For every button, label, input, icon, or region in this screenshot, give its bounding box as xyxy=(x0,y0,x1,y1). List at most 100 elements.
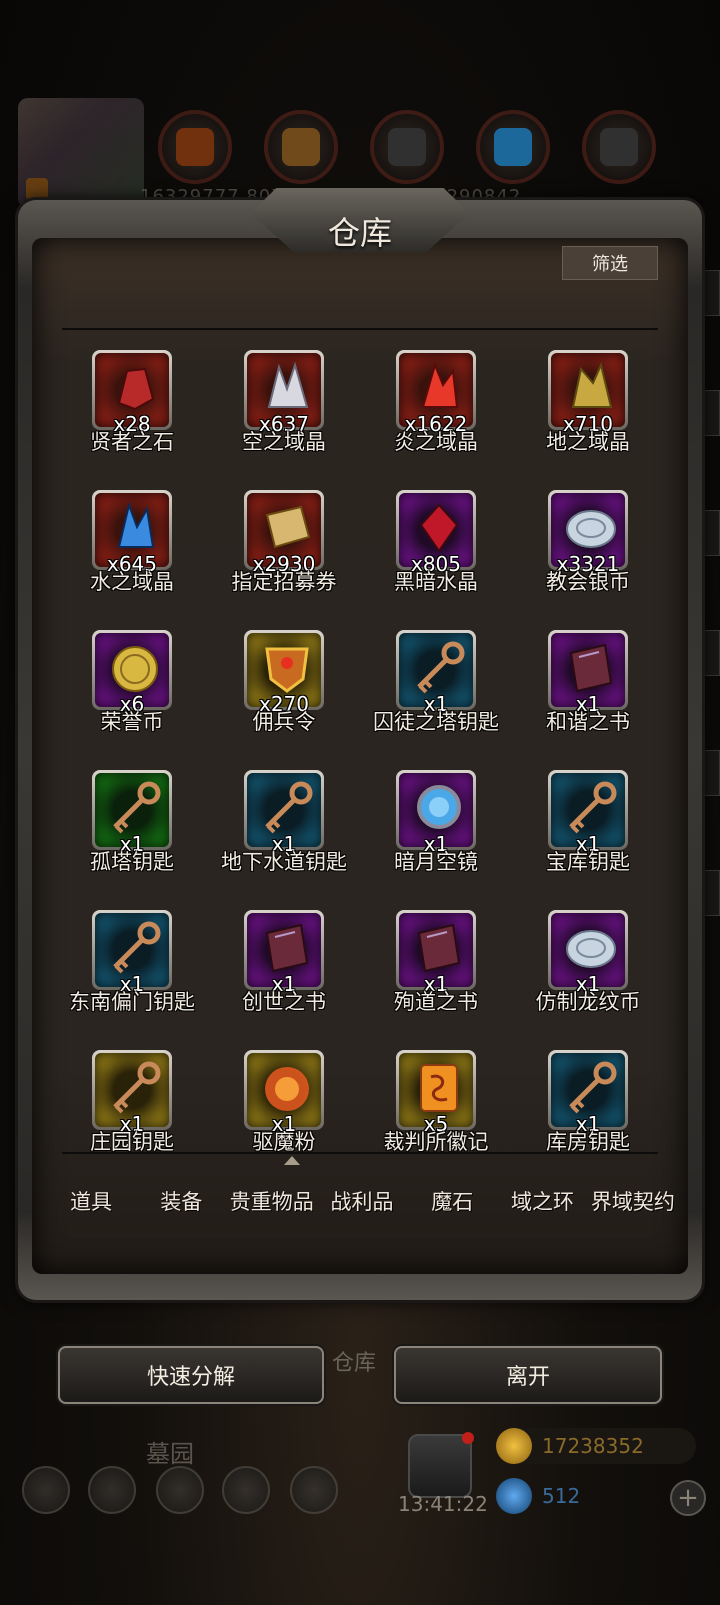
leave-button[interactable]: 离开 xyxy=(394,1346,662,1404)
inventory-item[interactable]: x2930 指定招募券 xyxy=(208,480,360,620)
divider xyxy=(62,328,658,330)
item-icon-frame: x1 xyxy=(92,910,172,996)
resource-orb-3[interactable] xyxy=(370,110,444,184)
category-tab[interactable]: 贵重物品 xyxy=(227,1166,317,1236)
add-currency-button[interactable]: + xyxy=(670,1480,706,1516)
inventory-item[interactable]: x1 宝库钥匙 xyxy=(512,760,664,900)
level-badge xyxy=(26,178,48,200)
side-tab[interactable] xyxy=(700,510,720,556)
gift-box-button[interactable] xyxy=(408,1432,474,1498)
item-name: 庄园钥匙 xyxy=(90,1130,174,1152)
inventory-item[interactable]: x1 东南偏门钥匙 xyxy=(56,900,208,1040)
side-tab[interactable] xyxy=(700,630,720,676)
inventory-item[interactable]: x5 裁判所徽记 xyxy=(360,1040,512,1152)
item-name: 驱魔粉 xyxy=(252,1130,316,1152)
item-icon-frame: x6 xyxy=(92,630,172,716)
category-tab[interactable]: 战利品 xyxy=(317,1166,407,1236)
category-tab[interactable]: 界域契约 xyxy=(588,1166,678,1236)
item-icon-frame: x1 xyxy=(244,770,324,856)
inventory-item[interactable]: x1622 炎之域晶 xyxy=(360,340,512,480)
item-icon-frame: x1 xyxy=(396,770,476,856)
inventory-item[interactable]: x1 地下水道钥匙 xyxy=(208,760,360,900)
inventory-item[interactable]: x3321 教会银币 xyxy=(512,480,664,620)
emblem-icon xyxy=(409,1059,469,1117)
inventory-item[interactable]: x1 和谐之书 xyxy=(512,620,664,760)
item-icon-frame: x1 xyxy=(92,1050,172,1136)
category-tabs: 道具 装备 贵重物品 战利品 魔石 域之环 界域契约 xyxy=(46,1166,678,1236)
item-grid: x28 贤者之石 x637 空之域晶 x1622 炎之域晶 x710 地之域晶 x645 水之域晶… xyxy=(56,340,664,1152)
hud-menu-button[interactable] xyxy=(88,1466,136,1514)
inventory-item[interactable]: x6 荣誉币 xyxy=(56,620,208,760)
gold-coin-icon xyxy=(105,639,165,697)
item-name: 仿制龙纹币 xyxy=(535,990,641,1014)
item-name: 地之域晶 xyxy=(546,430,630,454)
hud-menu-button[interactable] xyxy=(22,1466,70,1514)
key-icon xyxy=(561,779,621,837)
inventory-item[interactable]: x1 暗月空镜 xyxy=(360,760,512,900)
hud-menu-button[interactable] xyxy=(290,1466,338,1514)
item-name: 暗月空镜 xyxy=(394,850,478,874)
item-icon-frame: x1 xyxy=(396,630,476,716)
gem-icon xyxy=(496,1478,532,1514)
inventory-item[interactable]: x1 庄园钥匙 xyxy=(56,1040,208,1152)
item-icon-frame: x1 xyxy=(396,910,476,996)
inventory-item[interactable]: x1 创世之书 xyxy=(208,900,360,1040)
category-tab[interactable]: 域之环 xyxy=(497,1166,587,1236)
dark-crystal-icon xyxy=(409,499,469,557)
item-icon-frame: x1 xyxy=(244,910,324,996)
inventory-item[interactable]: x645 水之域晶 xyxy=(56,480,208,620)
resource-orb-4[interactable] xyxy=(476,110,550,184)
item-name: 东南偏门钥匙 xyxy=(69,990,195,1014)
key-icon xyxy=(257,779,317,837)
item-name: 荣誉币 xyxy=(100,710,164,734)
resource-orb-5[interactable] xyxy=(582,110,656,184)
hud-menu-button[interactable] xyxy=(156,1466,204,1514)
quick-decompose-button[interactable]: 快速分解 xyxy=(58,1346,324,1404)
inventory-item[interactable]: x1 孤塔钥匙 xyxy=(56,760,208,900)
inventory-item[interactable]: x805 黑暗水晶 xyxy=(360,480,512,620)
item-icon-frame: x1 xyxy=(92,770,172,856)
item-name: 孤塔钥匙 xyxy=(90,850,174,874)
hud-menu-button[interactable] xyxy=(222,1466,270,1514)
gem-counter: 512 xyxy=(496,1478,616,1514)
category-tab[interactable]: 魔石 xyxy=(407,1166,497,1236)
inventory-item[interactable]: x1 殉道之书 xyxy=(360,900,512,1040)
white-crystal-icon xyxy=(257,359,317,417)
divider xyxy=(62,1152,658,1154)
resource-orb-1[interactable] xyxy=(158,110,232,184)
mirror-icon xyxy=(409,779,469,837)
inventory-item[interactable]: x1 囚徒之塔钥匙 xyxy=(360,620,512,760)
side-tab[interactable] xyxy=(700,390,720,436)
inventory-item[interactable]: x637 空之域晶 xyxy=(208,340,360,480)
filter-button[interactable]: 筛选 xyxy=(562,246,658,280)
side-tab[interactable] xyxy=(700,870,720,916)
item-icon-frame: x637 xyxy=(244,350,324,436)
gold-value: 17238352 xyxy=(542,1434,644,1458)
item-icon-frame: x1 xyxy=(548,630,628,716)
gem-value: 512 xyxy=(542,1484,581,1508)
resource-orb-2[interactable] xyxy=(264,110,338,184)
gold-crystal-icon xyxy=(561,359,621,417)
key-icon xyxy=(105,779,165,837)
item-name: 黑暗水晶 xyxy=(394,570,478,594)
inventory-item[interactable]: x28 贤者之石 xyxy=(56,340,208,480)
side-tab[interactable] xyxy=(700,270,720,316)
red-crystal-icon xyxy=(409,359,469,417)
item-name: 教会银币 xyxy=(546,570,630,594)
category-tab[interactable]: 道具 xyxy=(46,1166,136,1236)
inventory-item[interactable]: x270 佣兵令 xyxy=(208,620,360,760)
inventory-item[interactable]: x1 库房钥匙 xyxy=(512,1040,664,1152)
item-name: 指定招募券 xyxy=(231,570,337,594)
category-tab[interactable]: 装备 xyxy=(136,1166,226,1236)
item-icon-frame: x1 xyxy=(244,1050,324,1136)
silver-coin-icon xyxy=(561,919,621,977)
notification-dot xyxy=(462,1432,474,1444)
warehouse-dialog: 仓库 筛选 x28 贤者之石 x637 空之域晶 x1622 炎之域晶 x710 地之域晶 x6… xyxy=(18,188,702,1300)
player-avatar[interactable] xyxy=(18,98,144,208)
side-tab[interactable] xyxy=(700,750,720,796)
blue-crystal-icon xyxy=(105,499,165,557)
inventory-item[interactable]: x1 驱魔粉 xyxy=(208,1040,360,1152)
inventory-item[interactable]: x710 地之域晶 xyxy=(512,340,664,480)
inventory-item[interactable]: x1 仿制龙纹币 xyxy=(512,900,664,1040)
gold-coin-icon xyxy=(496,1428,532,1464)
